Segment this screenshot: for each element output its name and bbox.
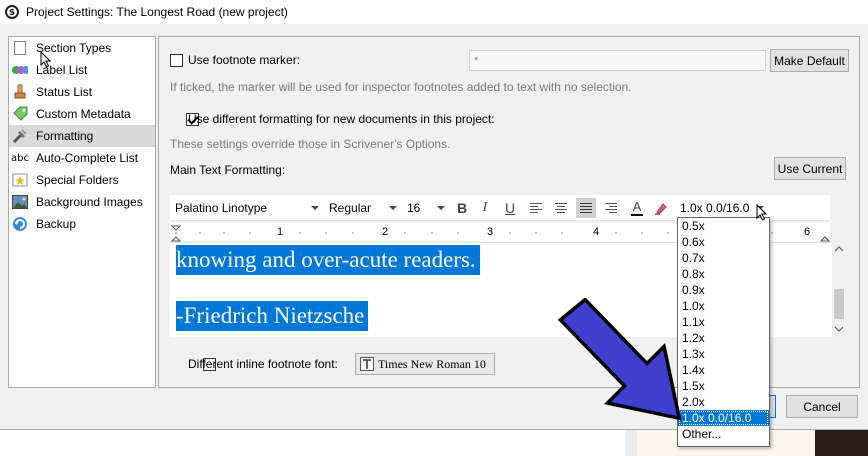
ruler-number: 1 [277, 226, 284, 238]
sidebar-item-label: Formatting [36, 129, 94, 143]
line-spacing-option[interactable]: 0.8x [678, 266, 769, 282]
scrollbar-track [834, 246, 844, 332]
custom-metadata-icon [12, 106, 28, 122]
sidebar-item-special-folders[interactable]: Special Folders [9, 169, 155, 191]
highlighter-icon [655, 203, 667, 215]
sidebar-item-label: Background Images [36, 195, 143, 209]
make-default-button[interactable]: Make Default [770, 49, 849, 72]
font-icon [360, 357, 374, 371]
section-types-icon [12, 40, 28, 56]
line-spacing-option[interactable]: 0.6x [678, 234, 769, 250]
use-footnote-marker-label: Use footnote marker: [188, 53, 301, 67]
use-different-formatting-label: Use different formatting for new documen… [188, 112, 495, 126]
special-folders-icon [12, 172, 28, 188]
ruler-number: 6 [804, 226, 811, 238]
underline-button[interactable]: U [500, 198, 520, 218]
line-spacing-options-list: 0.5x 0.6x 0.7x 0.8x 0.9x 1.0x 1.1x 1.2x 1.3x 1.4x… [677, 217, 770, 447]
background-window-dark [815, 430, 868, 456]
line-spacing-option[interactable]: 1.4x [678, 362, 769, 378]
sidebar-item-label-list[interactable]: Label List [9, 59, 155, 81]
sidebar-item-label: Custom Metadata [36, 107, 131, 121]
align-justify-button[interactable] [576, 198, 596, 218]
line-spacing-option[interactable]: 1.3x [678, 346, 769, 362]
annotation-arrow-icon [557, 298, 682, 421]
line-spacing-dropdown[interactable]: 1.0x 0.0/16.0 [677, 198, 767, 218]
align-center-button[interactable] [551, 198, 571, 218]
align-left-icon [530, 203, 542, 213]
footnote-marker-input[interactable]: * [469, 50, 766, 71]
editor-text-line: knowing and over-acute readers. [176, 245, 480, 275]
settings-sidebar: Section Types Label List Status List Cus… [8, 36, 156, 388]
highlight-button[interactable] [651, 198, 671, 218]
font-family-dropdown[interactable]: Palatino Linotype [172, 198, 322, 218]
scrivener-app-icon: S [5, 5, 19, 19]
line-spacing-option[interactable]: 1.2x [678, 330, 769, 346]
align-right-icon [605, 203, 617, 213]
backup-icon [12, 216, 28, 232]
sidebar-item-status-list[interactable]: Status List [9, 81, 155, 103]
font-style-dropdown[interactable]: Regular [326, 198, 400, 218]
align-left-button[interactable] [526, 198, 546, 218]
line-spacing-option[interactable]: 1.0x [678, 298, 769, 314]
mouse-cursor-icon [756, 204, 768, 221]
line-spacing-option[interactable]: 0.9x [678, 282, 769, 298]
bold-button[interactable]: B [452, 198, 472, 218]
auto-complete-icon: abc [11, 152, 29, 164]
editor-text-line: -Friedrich Nietzsche [176, 301, 369, 331]
editor-scrollbar[interactable] [832, 243, 846, 337]
line-spacing-option[interactable]: 1.0x 0.0/16.0 [678, 410, 769, 426]
line-spacing-option[interactable]: 2.0x [678, 394, 769, 410]
align-justify-icon [580, 203, 592, 213]
footnote-font-button[interactable]: Times New Roman 10 [355, 353, 495, 375]
use-footnote-marker-checkbox[interactable] [170, 54, 183, 67]
sidebar-item-formatting[interactable]: Formatting [9, 125, 155, 147]
line-spacing-option[interactable]: 1.1x [678, 314, 769, 330]
line-spacing-option[interactable]: 0.7x [678, 250, 769, 266]
sidebar-item-section-types[interactable]: Section Types [9, 37, 155, 59]
title-bar: S Project Settings: The Longest Road (ne… [0, 0, 868, 24]
line-spacing-option[interactable]: 1.5x [678, 378, 769, 394]
label-list-icon [12, 62, 28, 78]
align-right-button[interactable] [601, 198, 621, 218]
status-list-icon [12, 84, 28, 100]
background-images-icon [12, 194, 28, 210]
chevron-down-icon [389, 206, 397, 210]
line-spacing-option[interactable]: Other... [678, 426, 769, 442]
formatting-icon [12, 128, 28, 144]
sidebar-item-background-images[interactable]: Background Images [9, 191, 155, 213]
sidebar-item-label: Status List [36, 85, 93, 99]
use-current-button[interactable]: Use Current [774, 157, 846, 180]
cancel-button[interactable]: Cancel [786, 395, 858, 418]
background-window-edge [625, 430, 637, 456]
sidebar-item-label: Auto-Complete List [36, 151, 139, 165]
sidebar-item-label: Backup [36, 217, 77, 231]
chevron-down-icon [311, 206, 319, 210]
ruler-number: 2 [382, 226, 389, 238]
different-inline-footnote-label: Different inline footnote font: [188, 357, 338, 371]
sidebar-item-backup[interactable]: Backup [9, 213, 155, 235]
font-size-dropdown[interactable]: 16 [404, 198, 448, 218]
sidebar-item-auto-complete-list[interactable]: abc Auto-Complete List [9, 147, 155, 169]
italic-button[interactable]: I [475, 198, 495, 218]
formatting-override-hint: These settings override those in Scriven… [170, 137, 451, 151]
footnote-marker-hint: If ticked, the marker will be used for i… [170, 80, 632, 94]
align-center-icon [555, 203, 567, 213]
sidebar-item-custom-metadata[interactable]: Custom Metadata [9, 103, 155, 125]
text-color-button[interactable]: A [627, 198, 647, 218]
chevron-down-icon [437, 206, 445, 210]
ruler-number: 4 [593, 226, 600, 238]
sidebar-item-label: Special Folders [36, 173, 119, 187]
window-title: Project Settings: The Longest Road (new … [26, 5, 288, 19]
main-text-formatting-label: Main Text Formatting: [170, 163, 286, 177]
mouse-cursor-icon [40, 51, 52, 68]
ruler-number: 3 [487, 226, 494, 238]
